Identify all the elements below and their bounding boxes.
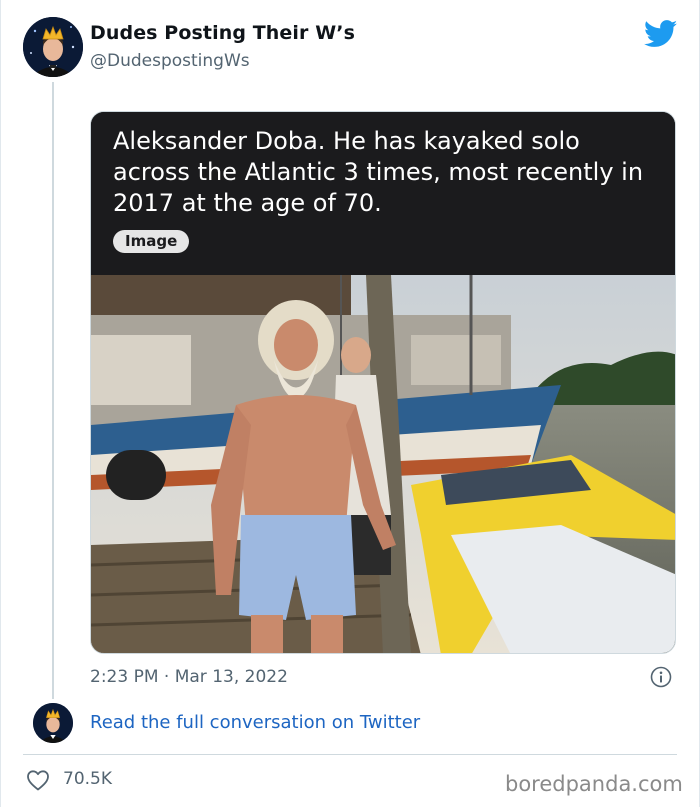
image-badge: Image xyxy=(113,230,190,253)
read-conversation-link[interactable]: Read the full conversation on Twitter xyxy=(90,712,420,733)
author-name[interactable]: Dudes Posting Their W’s xyxy=(90,22,355,44)
site-watermark: boredpanda.com xyxy=(505,772,683,796)
info-icon[interactable] xyxy=(650,666,672,688)
author-avatar[interactable] xyxy=(23,17,83,77)
heart-icon[interactable] xyxy=(26,769,50,791)
like-count[interactable]: 70.5K xyxy=(63,769,112,789)
conversation-avatar[interactable] xyxy=(33,703,73,743)
caption-panel: Aleksander Doba. He has kayaked solo acr… xyxy=(91,112,675,275)
twitter-bird-icon[interactable] xyxy=(644,20,678,48)
thread-line xyxy=(52,82,54,699)
media-card[interactable]: Aleksander Doba. He has kayaked solo acr… xyxy=(90,111,676,654)
photo-kayaker[interactable] xyxy=(91,275,676,654)
tweet-timestamp[interactable]: 2:23 PM · Mar 13, 2022 xyxy=(90,667,288,687)
footer-divider xyxy=(23,754,677,755)
caption-text: Aleksander Doba. He has kayaked solo acr… xyxy=(113,127,644,217)
author-handle[interactable]: @DudespostingWs xyxy=(90,51,250,71)
